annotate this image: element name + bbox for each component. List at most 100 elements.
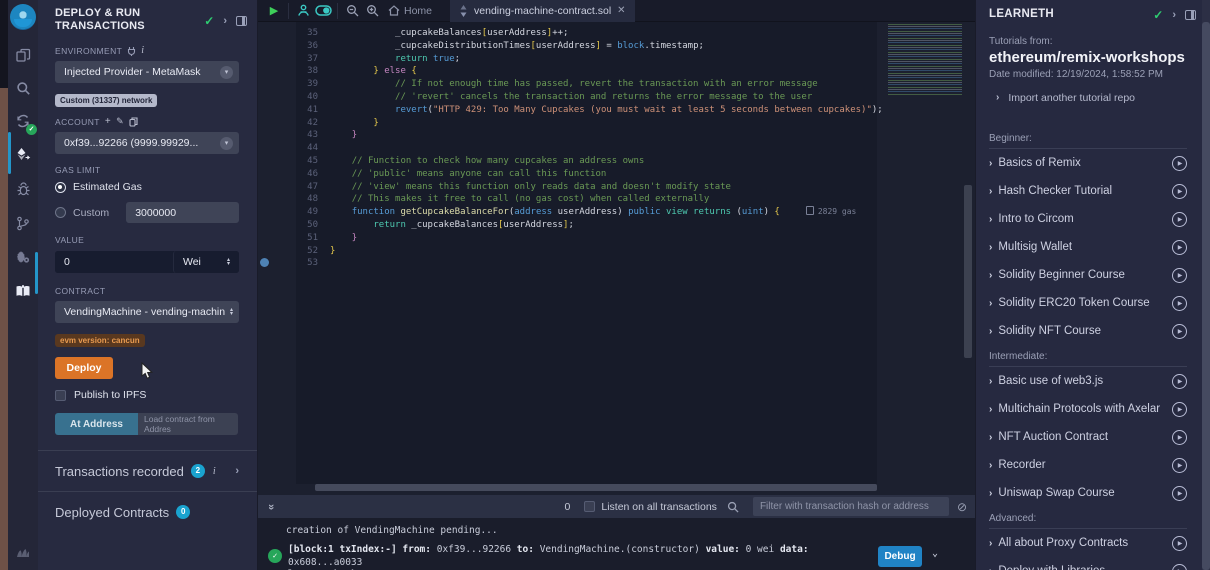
at-address-input[interactable]: Load contract from Addres xyxy=(138,413,238,435)
zoom-in-icon[interactable] xyxy=(362,3,382,19)
remix-logo[interactable] xyxy=(10,4,36,30)
tutorial-play-icon[interactable] xyxy=(1172,486,1187,501)
account-label: ACCOUNT xyxy=(55,117,100,127)
tutorial-item[interactable]: ›NFT Auction Contract xyxy=(976,423,1200,451)
value-input[interactable]: 0 xyxy=(55,251,173,273)
environment-info-icon[interactable]: i xyxy=(141,45,144,56)
tx-expand-icon[interactable]: ⌄ xyxy=(932,548,938,559)
breakpoint-dot[interactable] xyxy=(260,258,269,267)
panel-pin-icon[interactable] xyxy=(236,16,247,26)
deploy-run-icon[interactable] xyxy=(8,140,38,170)
tab-close-icon[interactable]: ✕ xyxy=(617,5,625,16)
git-icon[interactable] xyxy=(8,208,38,238)
sign-message-icon[interactable]: ✎ xyxy=(116,116,124,127)
tutorial-play-icon[interactable] xyxy=(1172,296,1187,311)
tutorial-item[interactable]: ›Solidity NFT Course xyxy=(976,317,1200,345)
learneth-book-icon[interactable] xyxy=(8,276,38,306)
contract-label: CONTRACT xyxy=(55,286,239,296)
at-address-button[interactable]: At Address xyxy=(55,413,138,435)
tutorial-play-icon[interactable] xyxy=(1172,156,1187,171)
learneth-pin-icon[interactable] xyxy=(1185,10,1196,20)
tutorial-play-icon[interactable] xyxy=(1172,458,1187,473)
debugger-icon[interactable] xyxy=(8,174,38,204)
transactions-recorded-row[interactable]: Transactions recorded 2 i › xyxy=(38,451,257,491)
tutorial-chevron-icon: › xyxy=(989,566,992,570)
transactions-info-icon[interactable]: i xyxy=(213,466,216,477)
listen-all-checkbox[interactable] xyxy=(584,501,595,512)
estimated-gas-radio[interactable] xyxy=(55,182,66,193)
panel-expand-icon[interactable]: › xyxy=(223,15,227,27)
learneth-scrollbar-thumb[interactable] xyxy=(1202,22,1210,570)
tutorial-chevron-icon: › xyxy=(989,404,992,415)
contract-select[interactable]: VendingMachine - vending-machin ▴▾ xyxy=(55,301,239,323)
tx-log-lines[interactable]: [block:1 txIndex:-] from: 0xf39...92266 … xyxy=(288,544,868,570)
tutorial-chevron-icon: › xyxy=(989,488,992,499)
deploy-button[interactable]: Deploy xyxy=(55,357,113,379)
run-script-icon[interactable]: ▶ xyxy=(264,3,284,19)
custom-gas-input[interactable]: 3000000 xyxy=(126,202,239,223)
toggle-icon[interactable] xyxy=(313,3,333,19)
custom-gas-radio[interactable] xyxy=(55,207,66,218)
transactions-expand-icon[interactable]: › xyxy=(235,465,239,477)
tutorial-play-icon[interactable] xyxy=(1172,212,1187,227)
tutorial-item[interactable]: › Multichain Protocols with Axelar xyxy=(976,395,1200,423)
tutorial-item[interactable]: ›Basics of Remix xyxy=(976,149,1200,177)
add-account-icon[interactable]: + xyxy=(105,116,111,127)
tutorial-item[interactable]: ›Solidity ERC20 Token Course xyxy=(976,289,1200,317)
code-line: 38 } else { xyxy=(296,65,877,78)
settings-icon[interactable] xyxy=(8,242,38,272)
tutorial-label: Recorder xyxy=(998,459,1045,471)
tab-vending-machine-contract[interactable]: vending-machine-contract.sol ✕ xyxy=(450,0,635,22)
tutorial-play-icon[interactable] xyxy=(1172,324,1187,339)
value-unit-select[interactable]: Wei ▴▾ xyxy=(173,251,239,273)
tutorial-item[interactable]: ›Recorder xyxy=(976,451,1200,479)
search-icon[interactable] xyxy=(8,73,38,103)
environment-select[interactable]: Injected Provider - MetaMask▾ xyxy=(55,61,239,83)
terminal-search-icon[interactable] xyxy=(723,499,743,515)
minimap[interactable] xyxy=(888,24,962,96)
import-repo-link[interactable]: › Import another tutorial repo xyxy=(976,80,1210,104)
tutorial-chevron-icon: › xyxy=(989,186,992,197)
tutorial-chevron-icon: › xyxy=(989,214,992,225)
clear-console-icon[interactable]: ⊘ xyxy=(957,500,967,514)
file-explorer-icon[interactable] xyxy=(8,40,38,70)
code-line: 53 xyxy=(296,257,877,270)
tutorial-item[interactable]: ›Solidity Beginner Course xyxy=(976,261,1200,289)
section-label: Advanced: xyxy=(989,507,1187,529)
editor-vertical-scrollbar[interactable] xyxy=(964,185,972,358)
terminal-filter-input[interactable]: Filter with transaction hash or address xyxy=(753,497,949,516)
tutorial-play-icon[interactable] xyxy=(1172,240,1187,255)
debug-button[interactable]: Debug xyxy=(878,546,922,567)
terminal-collapse-icon[interactable]: » xyxy=(265,503,277,509)
tutorial-play-icon[interactable] xyxy=(1172,268,1187,283)
code-line: 40 // 'revert' cancels the transaction a… xyxy=(296,91,877,104)
tutorial-item[interactable]: ›Hash Checker Tutorial xyxy=(976,177,1200,205)
tutorial-item[interactable]: ›Basic use of web3.js xyxy=(976,367,1200,395)
tutorial-item[interactable]: ›Deploy with Libraries xyxy=(976,557,1200,570)
solidity-compiler-icon[interactable]: ✓ xyxy=(8,106,38,136)
tutorial-play-icon[interactable] xyxy=(1172,184,1187,199)
tutorial-item[interactable]: ›Intro to Circom xyxy=(976,205,1200,233)
publish-ipfs-checkbox[interactable] xyxy=(55,390,66,401)
deployed-contracts-row[interactable]: Deployed Contracts 0 xyxy=(38,492,257,532)
home-button[interactable]: Home xyxy=(382,5,438,17)
code-line: 44 xyxy=(296,142,877,155)
code-line: 37 return true; xyxy=(296,53,877,66)
code-line: 49 function getCupcakeBalanceFor(address… xyxy=(296,206,877,219)
editor-horizontal-scrollbar[interactable] xyxy=(315,484,877,491)
account-select[interactable]: 0xf39...92266 (9999.99929...▾ xyxy=(55,132,239,154)
tutorial-play-icon[interactable] xyxy=(1172,536,1187,551)
code-editor[interactable]: 35 _cupcakeBalances[userAddress]++;36 _c… xyxy=(296,22,877,484)
assistant-icon[interactable] xyxy=(293,3,313,19)
tutorial-play-icon[interactable] xyxy=(1172,374,1187,389)
tutorial-play-icon[interactable] xyxy=(1172,430,1187,445)
tutorial-play-icon[interactable] xyxy=(1172,402,1187,417)
zoom-out-icon[interactable] xyxy=(342,3,362,19)
tutorial-label: Multichain Protocols with Axelar xyxy=(998,403,1160,415)
tutorial-item[interactable]: ›Multisig Wallet xyxy=(976,233,1200,261)
copy-address-icon[interactable] xyxy=(129,117,138,127)
tutorial-item[interactable]: ›All about Proxy Contracts xyxy=(976,529,1200,557)
tutorial-item[interactable]: ›Uniswap Swap Course xyxy=(976,479,1200,507)
learneth-expand-icon[interactable]: › xyxy=(1172,9,1176,21)
tutorial-play-icon[interactable] xyxy=(1172,564,1187,570)
